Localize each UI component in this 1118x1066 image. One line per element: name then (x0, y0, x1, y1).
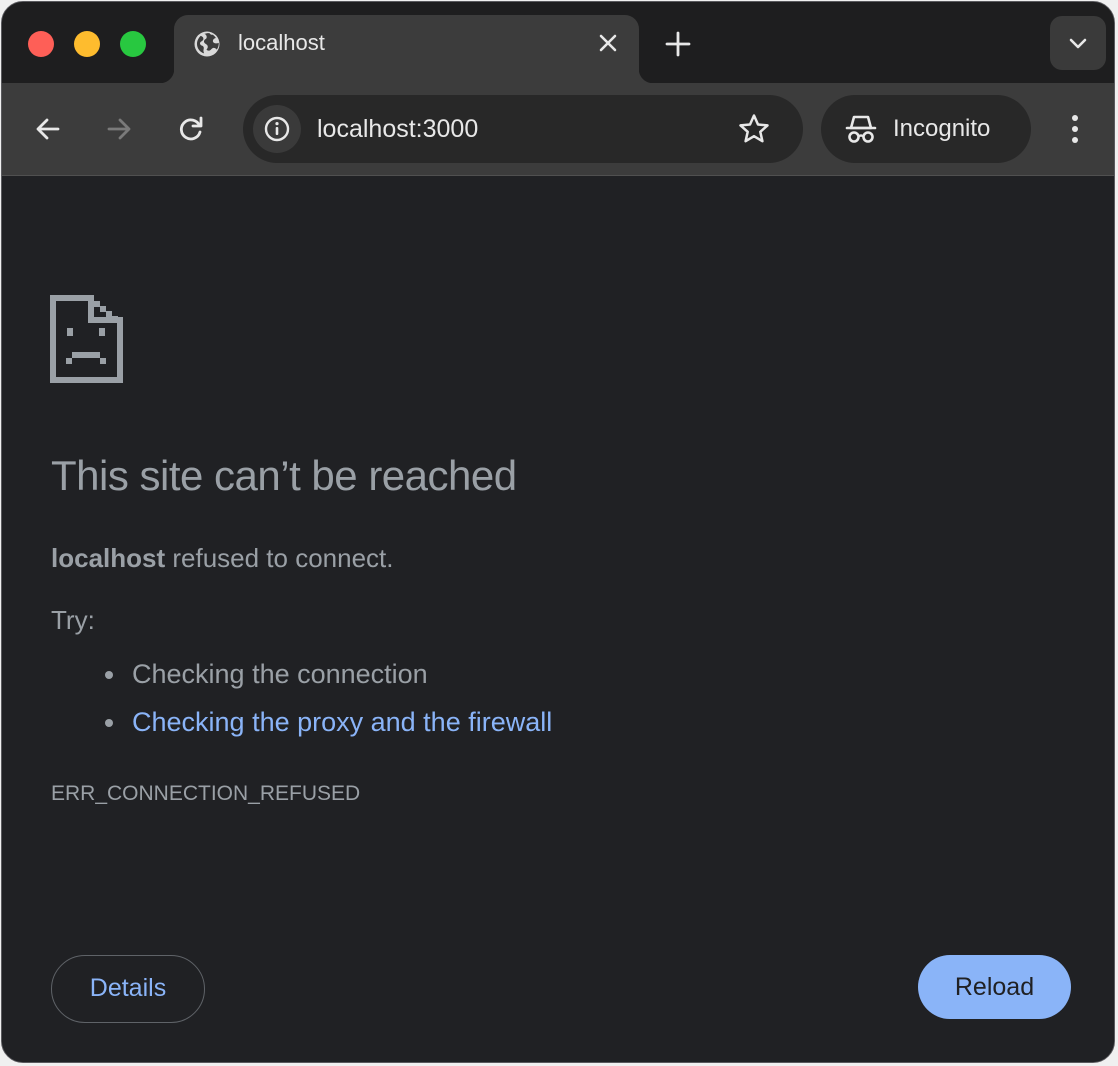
minimize-window-button[interactable] (74, 31, 100, 57)
close-window-button[interactable] (28, 31, 54, 57)
browser-window: localhost localhost:3000 Incognito This … (1, 1, 1115, 1063)
incognito-label: Incognito (893, 115, 991, 142)
details-button[interactable]: Details (51, 955, 205, 1023)
reload-icon[interactable] (175, 113, 207, 145)
tab-title: localhost (238, 30, 325, 55)
url-text[interactable]: localhost:3000 (317, 113, 478, 145)
tab-strip: localhost (2, 2, 1114, 83)
try-label: Try: (51, 605, 95, 635)
error-host: localhost (51, 543, 166, 573)
error-summary: localhost refused to connect. (51, 540, 394, 576)
address-bar[interactable]: localhost:3000 (243, 95, 803, 163)
error-code: ERR_CONNECTION_REFUSED (51, 782, 361, 805)
suggestion-check-connection: Checking the connection (132, 659, 428, 689)
chevron-down-icon (1069, 38, 1087, 49)
suggestion-proxy-firewall-link[interactable]: Checking the proxy and the firewall (132, 707, 552, 737)
more-menu-icon[interactable] (1060, 111, 1090, 147)
sad-page-icon (50, 295, 123, 383)
info-icon (264, 116, 290, 142)
maximize-window-button[interactable] (120, 31, 146, 57)
forward-arrow-icon[interactable] (103, 113, 135, 145)
close-tab-icon[interactable] (596, 31, 620, 55)
list-item: Checking the connection (102, 650, 552, 698)
site-info-button[interactable] (253, 105, 301, 153)
tab-search-button[interactable] (1050, 16, 1106, 70)
error-page: This site can’t be reached localhost ref… (2, 176, 1114, 1062)
incognito-profile-button[interactable]: Incognito (821, 95, 1031, 163)
list-item: Checking the proxy and the firewall (102, 698, 552, 746)
suggestions-list: Checking the connection Checking the pro… (102, 650, 552, 746)
error-summary-text: refused to connect. (165, 543, 394, 573)
globe-icon (194, 31, 220, 57)
tab-localhost[interactable]: localhost (160, 15, 653, 83)
bookmark-star-icon[interactable] (737, 112, 771, 146)
incognito-icon (845, 115, 877, 143)
back-arrow-icon[interactable] (32, 113, 64, 145)
error-heading: This site can’t be reached (51, 452, 517, 499)
new-tab-icon[interactable] (664, 30, 692, 58)
toolbar: localhost:3000 Incognito (2, 83, 1114, 176)
reload-button[interactable]: Reload (918, 955, 1071, 1019)
